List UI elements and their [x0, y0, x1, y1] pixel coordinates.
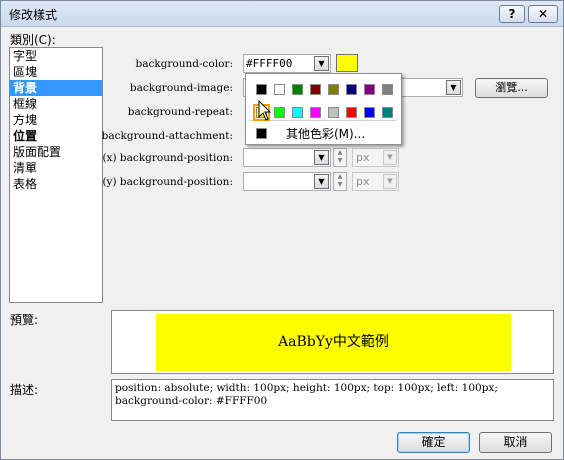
- color-swatch[interactable]: [346, 107, 357, 118]
- category-item-background[interactable]: 背景: [10, 80, 102, 96]
- help-button[interactable]: ?: [499, 5, 525, 23]
- spin-up-icon[interactable]: ▲: [334, 173, 346, 181]
- bg-image-dropdown-icon[interactable]: ▼: [446, 80, 461, 95]
- category-item-list[interactable]: 清單: [10, 160, 102, 176]
- preview-sample: AaBbYy中文範例: [156, 314, 511, 371]
- color-swatch[interactable]: [310, 84, 321, 95]
- category-item-layout[interactable]: 版面配置: [10, 144, 102, 160]
- color-swatch[interactable]: [292, 84, 303, 95]
- preview-label: 預覽:: [10, 313, 39, 327]
- mouse-cursor-icon: [258, 100, 272, 121]
- spin-down-icon[interactable]: ▼: [334, 181, 346, 189]
- bg-color-dropdown-icon[interactable]: ▼: [314, 56, 329, 71]
- color-swatch[interactable]: [328, 84, 339, 95]
- y-position-dropdown-icon[interactable]: ▼: [314, 174, 329, 189]
- y-unit-dropdown-icon[interactable]: ▼: [383, 174, 397, 189]
- preview-box: AaBbYy中文範例: [111, 310, 554, 374]
- category-item-block[interactable]: 區塊: [10, 64, 102, 80]
- color-swatch[interactable]: [364, 107, 375, 118]
- dialog-title: 修改樣式: [9, 8, 58, 22]
- y-position-combo[interactable]: ▼: [243, 172, 331, 191]
- x-position-spinner[interactable]: ▲ ▼: [333, 148, 347, 167]
- y-position-spinner[interactable]: ▲ ▼: [333, 172, 347, 191]
- color-swatch[interactable]: [328, 107, 339, 118]
- other-colors-option[interactable]: 其他色彩(M)...: [286, 125, 365, 142]
- spin-down-icon[interactable]: ▼: [334, 157, 346, 165]
- x-unit-value: px: [356, 151, 370, 164]
- bg-color-value[interactable]: #FFFF00: [246, 57, 292, 70]
- bg-color-label: background-color:: [135, 58, 233, 70]
- y-unit-value: px: [356, 175, 370, 188]
- x-unit-select[interactable]: px ▼: [352, 148, 399, 167]
- x-position-dropdown-icon[interactable]: ▼: [314, 150, 329, 165]
- category-item-font[interactable]: 字型: [10, 48, 102, 64]
- close-button[interactable]: ✕: [528, 5, 558, 23]
- cancel-button[interactable]: 取消: [479, 432, 552, 453]
- bg-attachment-label: background-attachment:: [101, 130, 233, 142]
- modify-style-dialog: 修改樣式 ? ✕ 類別(C): 字型 區塊 背景 框線 方塊 位置 版面配置 清…: [0, 0, 564, 460]
- color-swatch[interactable]: [256, 84, 267, 95]
- spin-up-icon[interactable]: ▲: [334, 149, 346, 157]
- bg-color-combo[interactable]: #FFFF00 ▼: [243, 54, 331, 73]
- x-unit-dropdown-icon[interactable]: ▼: [383, 150, 397, 165]
- description-text: position: absolute; width: 100px; height…: [111, 379, 554, 421]
- bg-repeat-label: background-repeat:: [127, 106, 233, 118]
- category-item-box[interactable]: 方塊: [10, 112, 102, 128]
- color-swatch[interactable]: [274, 84, 285, 95]
- category-label: 類別(C):: [10, 33, 56, 47]
- color-swatch[interactable]: [274, 107, 285, 118]
- browse-button[interactable]: 瀏覽...: [475, 78, 548, 98]
- description-label: 描述:: [10, 383, 39, 397]
- color-swatch[interactable]: [310, 107, 321, 118]
- bg-image-label: background-image:: [129, 82, 233, 94]
- color-swatch[interactable]: [382, 84, 393, 95]
- y-position-label: (y) background-position:: [102, 176, 233, 188]
- bg-color-swatch: [336, 54, 358, 72]
- category-list[interactable]: 字型 區塊 背景 框線 方塊 位置 版面配置 清單 表格: [9, 47, 103, 303]
- category-item-table[interactable]: 表格: [10, 176, 102, 192]
- x-position-combo[interactable]: ▼: [243, 148, 331, 167]
- color-swatch[interactable]: [292, 107, 303, 118]
- category-item-position[interactable]: 位置: [10, 128, 102, 144]
- ok-button[interactable]: 確定: [397, 432, 470, 453]
- x-position-label: (x) background-position:: [102, 152, 233, 164]
- title-bar: 修改樣式 ? ✕: [1, 1, 563, 27]
- category-item-border[interactable]: 框線: [10, 96, 102, 112]
- color-swatch[interactable]: [364, 84, 375, 95]
- y-unit-select[interactable]: px ▼: [352, 172, 399, 191]
- color-swatch[interactable]: [346, 84, 357, 95]
- other-color-swatch: [256, 128, 267, 139]
- color-swatch[interactable]: [382, 107, 393, 118]
